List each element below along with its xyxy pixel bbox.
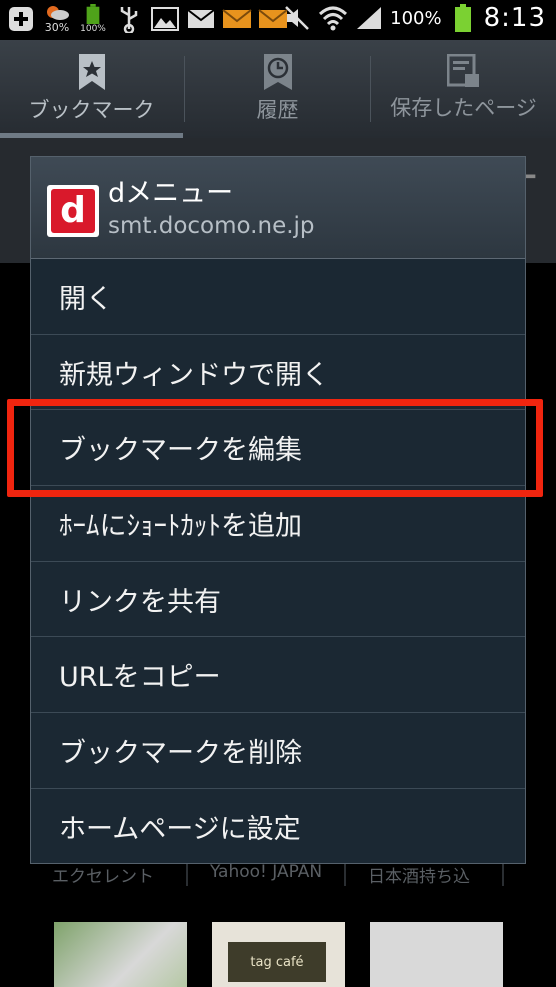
saved-page-icon (446, 54, 479, 87)
bookmark-thumbnails: tag café (54, 922, 503, 987)
weather-icon: 30% (42, 4, 72, 34)
bookmark-thumbnail[interactable]: tag café (212, 922, 345, 987)
history-clock-icon (263, 54, 292, 90)
dialog-title: dメニュー (108, 178, 234, 209)
usb-icon (114, 4, 144, 34)
menu-item-share-link[interactable]: リンクを共有 (31, 562, 525, 638)
bookmark-label: Yahoo! JAPAN (210, 862, 346, 886)
menu-item-open[interactable]: 開く (31, 259, 525, 335)
mail-icon (186, 4, 216, 34)
tab-history[interactable]: 履歴 (185, 40, 370, 138)
image-icon (150, 4, 180, 34)
wifi-icon (318, 3, 348, 33)
bookmark-context-menu: d dメニュー smt.docomo.ne.jp 開く 新規ウィンドウで開く ブ… (30, 156, 526, 864)
bookmark-thumbnail[interactable] (54, 922, 187, 987)
bookmark-thumbnail[interactable] (370, 922, 503, 987)
notification-icons: 30% 100% (6, 4, 288, 34)
context-menu-list: 開く 新規ウィンドウで開く ブックマークを編集 ﾎｰﾑにｼｮｰﾄｶｯﾄを追加 リ… (31, 259, 525, 865)
bookmark-label: エクセレント (52, 862, 188, 886)
mute-icon (282, 3, 312, 33)
thumbnail-text: tag café (228, 942, 326, 982)
tab-bookmarks[interactable]: ブックマーク (0, 40, 183, 138)
site-favicon: d (47, 185, 99, 237)
bookmark-star-icon (78, 54, 105, 90)
system-icons: 100% 8:13 (282, 3, 546, 33)
signal-icon (354, 3, 384, 33)
menu-item-set-homepage[interactable]: ホームページに設定 (31, 789, 525, 865)
dialog-header: d dメニュー smt.docomo.ne.jp (31, 157, 525, 259)
tab-bookmarks-label: ブックマーク (28, 98, 155, 122)
battery-percent: 100% (390, 7, 442, 29)
weather-percent: 30% (44, 20, 70, 34)
bookmark-label: 日本酒持ち込 (368, 862, 504, 886)
menu-item-delete-bookmark[interactable]: ブックマークを削除 (31, 713, 525, 789)
mail-orange-icon (222, 4, 252, 34)
favicon-letter: d (51, 189, 95, 233)
status-bar: 30% 100% 100% 8:13 (0, 0, 556, 40)
battery-icon (448, 3, 478, 33)
battery-small-icon: 100% (78, 4, 108, 34)
tab-saved-pages[interactable]: 保存したページ (371, 40, 556, 138)
clock: 8:13 (483, 3, 546, 33)
tab-history-label: 履歴 (256, 98, 299, 122)
menu-item-copy-url[interactable]: URLをコピー (31, 637, 525, 714)
tab-saved-pages-label: 保存したページ (390, 96, 537, 120)
add-icon (6, 4, 36, 34)
highlight-box (7, 399, 543, 497)
battery-small-percent: 100% (80, 24, 106, 34)
bookmark-tab-bar: ブックマーク 履歴 保存したページ (0, 40, 556, 138)
dialog-url: smt.docomo.ne.jp (108, 213, 315, 239)
menu-item-add-shortcut[interactable]: ﾎｰﾑにｼｮｰﾄｶｯﾄを追加 (31, 486, 525, 562)
bookmark-labels: エクセレント Yahoo! JAPAN 日本酒持ち込 (52, 862, 504, 886)
